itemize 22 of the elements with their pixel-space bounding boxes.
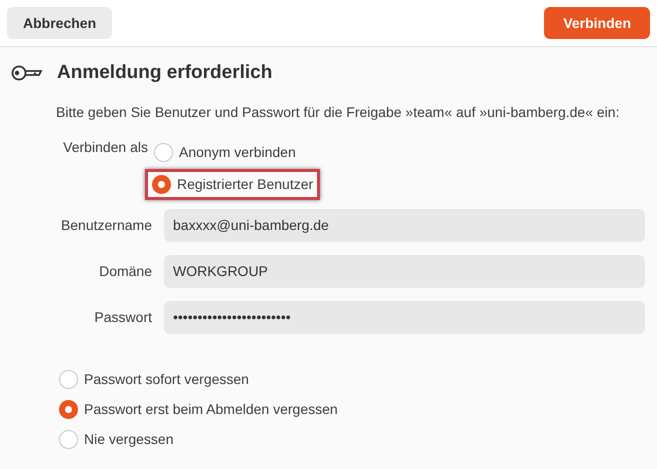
description-text: Bitte geben Sie Benutzer und Passwort für die Freigabe »team« auf »uni-bamberg.de« ein: — [55, 102, 620, 122]
field-label: Benutzername — [60, 216, 152, 234]
input-field[interactable]: •••••••••••••••••••••••• — [164, 300, 645, 334]
radio-button[interactable] — [59, 370, 78, 388]
cancel-button[interactable]: Abbrechen — [7, 7, 112, 39]
radio-label: Passwort sofort vergessen — [84, 370, 249, 389]
dialog-title: Anmeldung erforderlich — [57, 61, 272, 85]
radio-button[interactable] — [59, 400, 78, 418]
input-field[interactable]: baxxxx@uni-bamberg.de — [164, 208, 645, 242]
radio-label: Anonym verbinden — [179, 142, 296, 162]
input-field[interactable]: WORKGROUP — [164, 254, 645, 288]
connect-as-label: Verbinden als — [62, 138, 149, 156]
radio-button[interactable] — [154, 142, 173, 162]
field-label: Passwort — [93, 308, 152, 326]
radio-label: Registrierter Benutzer — [177, 174, 314, 194]
radio-label: Nie vergessen — [84, 430, 174, 449]
radio-button[interactable] — [59, 430, 78, 448]
radio-button[interactable] — [152, 174, 171, 194]
key-icon — [11, 65, 43, 82]
radio-label: Passwort erst beim Abmelden vergessen — [84, 400, 338, 419]
field-label: Domäne — [98, 262, 152, 280]
connect-button[interactable]: Verbinden — [544, 7, 650, 39]
